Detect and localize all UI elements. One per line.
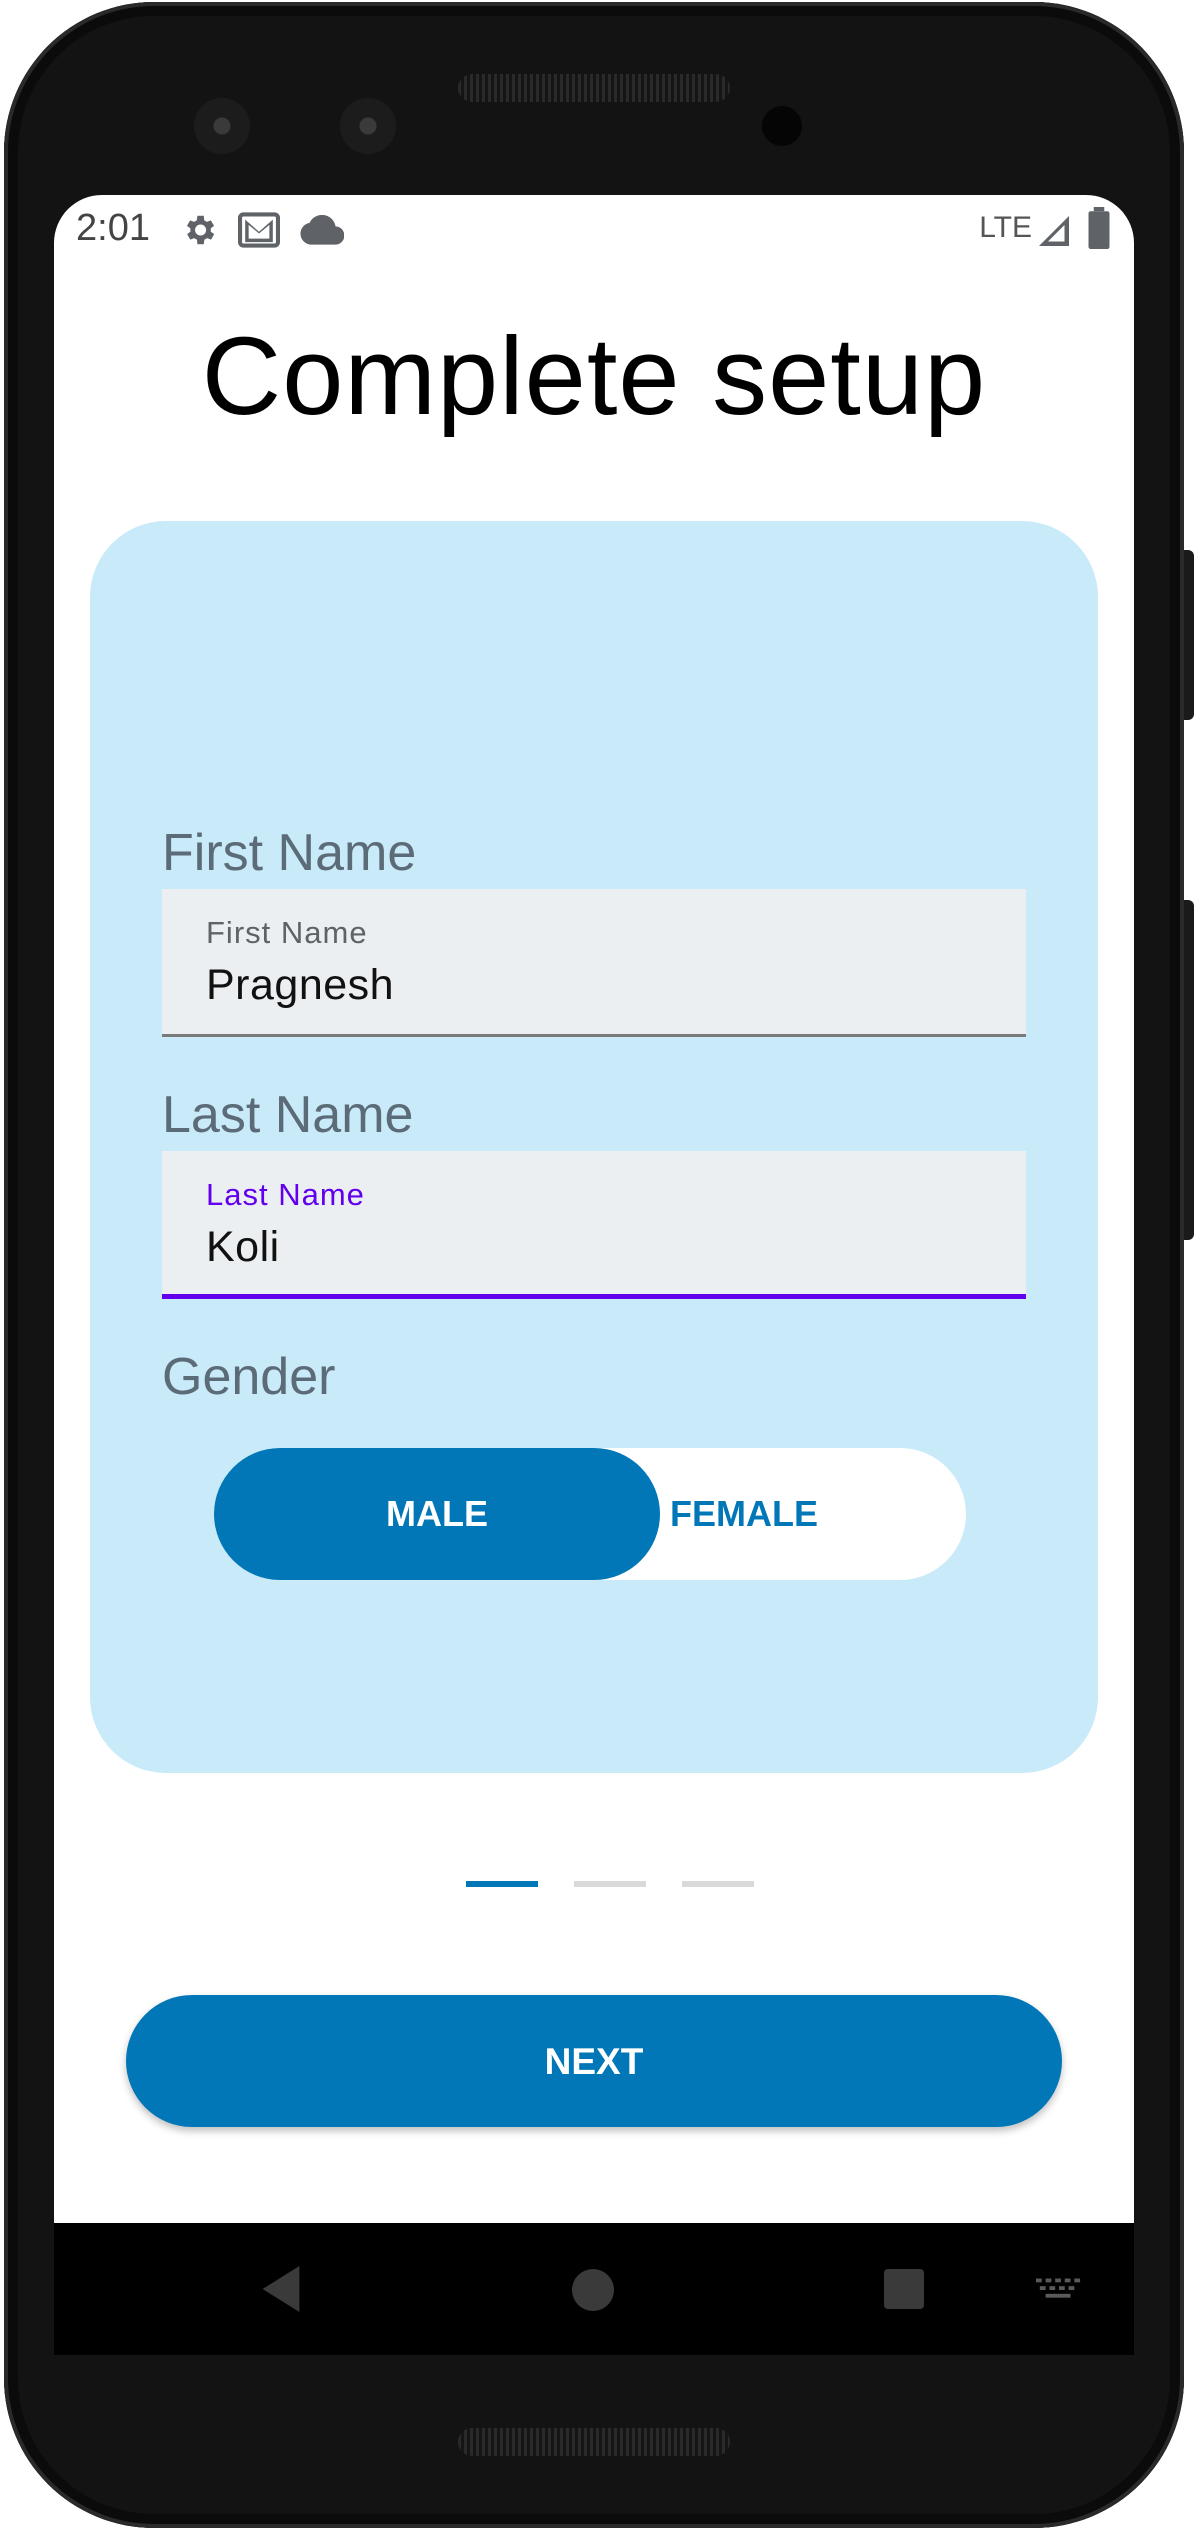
- gender-option-male[interactable]: MALE: [214, 1448, 660, 1580]
- last-name-value: Koli: [206, 1223, 280, 1271]
- signal-icon: [1039, 216, 1069, 246]
- gender-option-female[interactable]: FEMALE: [660, 1448, 966, 1580]
- phone-frame: 2:01 LTE Complete setup First Name First…: [0, 0, 1194, 2532]
- proximity-sensor: [762, 106, 802, 146]
- page-indicator-step-2: [574, 1881, 646, 1887]
- first-name-value: Pragnesh: [206, 961, 395, 1009]
- first-name-floating-label: First Name: [206, 915, 368, 950]
- setup-card: [90, 521, 1098, 1773]
- first-name-section-label: First Name: [162, 824, 417, 882]
- screen: 2:01 LTE Complete setup First Name First…: [54, 195, 1134, 2355]
- page-title: Complete setup: [201, 315, 987, 438]
- home-icon[interactable]: [572, 2269, 614, 2311]
- gender-toggle: MALE FEMALE: [214, 1448, 966, 1580]
- status-bar: 2:01 LTE: [54, 195, 1134, 265]
- next-button[interactable]: NEXT: [126, 1995, 1062, 2127]
- back-icon[interactable]: [258, 2263, 304, 2315]
- settings-icon: [186, 215, 215, 245]
- recents-icon[interactable]: [884, 2269, 924, 2309]
- volume-button: [1184, 900, 1194, 1240]
- last-name-floating-label: Last Name: [206, 1177, 365, 1212]
- front-camera-icon: [194, 98, 250, 154]
- first-name-field[interactable]: First Name Pragnesh: [162, 889, 1026, 1037]
- gender-section-label: Gender: [162, 1348, 336, 1406]
- status-time: 2:01: [76, 207, 150, 249]
- last-name-section-label: Last Name: [162, 1086, 414, 1144]
- top-speaker: [458, 74, 730, 102]
- keyboard-icon[interactable]: [1036, 2277, 1082, 2303]
- bottom-speaker: [458, 2428, 730, 2456]
- last-name-field[interactable]: Last Name Koli: [162, 1151, 1026, 1299]
- cloud-icon: [300, 215, 344, 245]
- power-button: [1184, 550, 1194, 720]
- page-indicator: [466, 1881, 756, 1889]
- navigation-bar: [54, 2223, 1134, 2355]
- front-camera-icon: [340, 98, 396, 154]
- battery-icon: [1088, 207, 1110, 249]
- mail-icon: [238, 212, 280, 248]
- page-indicator-step-3: [682, 1881, 754, 1887]
- network-type: LTE: [979, 211, 1032, 244]
- page-indicator-step-1: [466, 1881, 538, 1887]
